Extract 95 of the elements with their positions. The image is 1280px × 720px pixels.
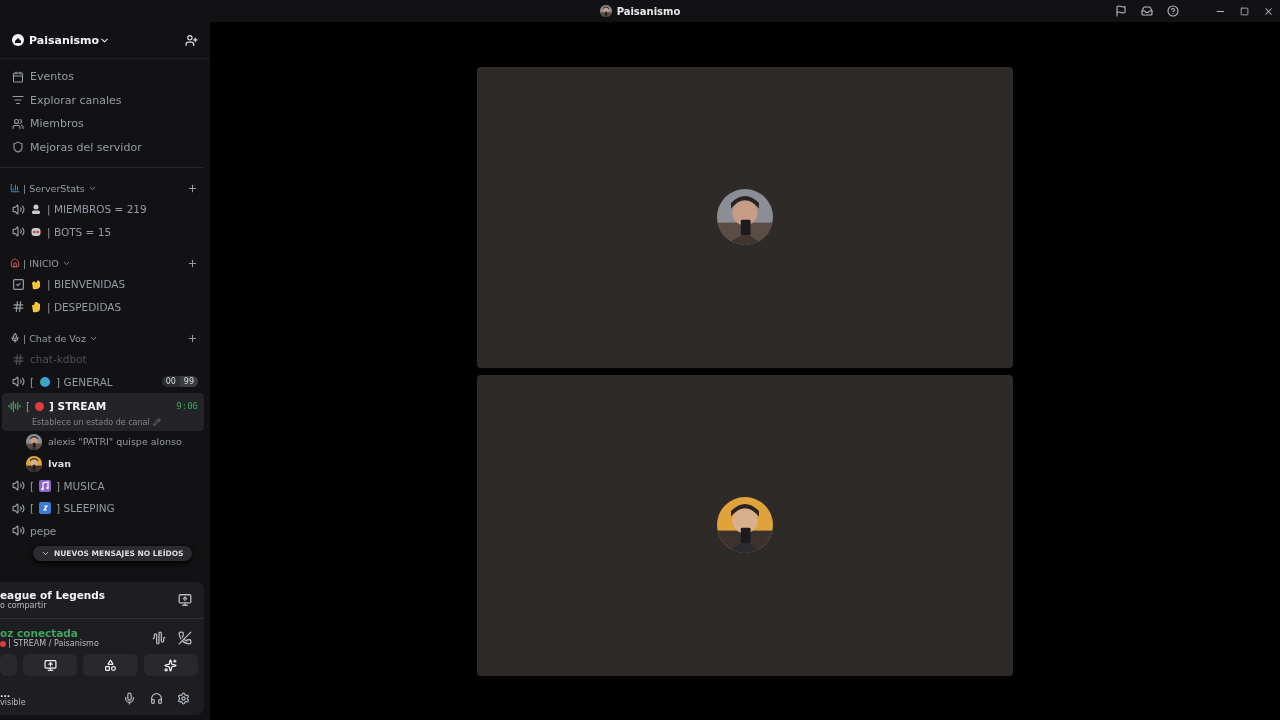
channel-item[interactable]: | MIEMBROS = 219 (6, 198, 204, 221)
channel-item[interactable]: | BIENVENIDAS (6, 273, 204, 296)
add-channel-icon[interactable] (187, 257, 198, 269)
close-icon[interactable] (1263, 5, 1274, 17)
channel-name: | BIENVENIDAS (47, 278, 126, 291)
nav-label: Mejoras del servidor (30, 140, 142, 154)
category-header[interactable]: | ServerStats (0, 178, 210, 198)
audio-icon (8, 399, 21, 413)
speaker-icon (12, 501, 25, 515)
speaker-icon (12, 225, 25, 239)
channel-item[interactable]: pepe (6, 519, 204, 542)
user-status: visible (0, 698, 26, 707)
chevron-down-icon (41, 549, 50, 558)
microphone-icon[interactable] (123, 692, 136, 705)
nav-label: Explorar canales (30, 93, 122, 107)
disconnect-icon[interactable] (178, 630, 192, 645)
channel-name: | MIEMBROS = 219 (47, 203, 147, 216)
microphone-icon (10, 333, 20, 343)
maximize-icon[interactable] (1240, 6, 1249, 16)
add-channel-icon[interactable] (187, 182, 198, 194)
calendar-icon (12, 70, 24, 83)
voice-member[interactable]: Ivan (0, 452, 210, 475)
chart-icon (10, 183, 20, 193)
channel-name: chat-kdbot (30, 353, 87, 366)
category-header[interactable]: | INICIO (0, 253, 210, 273)
channel-item[interactable]: | BOTS = 15 (6, 220, 204, 243)
flag-icon[interactable] (1115, 5, 1127, 17)
soundboard-button[interactable] (143, 654, 198, 676)
live-dot-icon (0, 640, 6, 647)
activities-button[interactable] (83, 654, 138, 676)
speaker-icon (12, 479, 25, 493)
video-tile[interactable] (477, 374, 1013, 676)
bracket: [ (30, 479, 35, 492)
nav-item[interactable]: Mejoras del servidor (6, 135, 198, 159)
shield-icon (12, 141, 24, 154)
channel-item[interactable]: [ ] GENERAL 00 99 (6, 370, 204, 393)
speaker-icon (12, 375, 25, 389)
noise-suppression-icon[interactable] (152, 630, 166, 645)
inbox-icon[interactable] (1141, 5, 1153, 17)
channel-name: ] SLEEPING (56, 502, 115, 515)
activity-title: eague of Legends (0, 589, 106, 601)
nav-label: Miembros (30, 117, 84, 131)
voice-location[interactable]: | STREAM / Paisanismo (8, 639, 99, 648)
screen-share-icon[interactable] (178, 592, 192, 607)
share-screen-button[interactable] (23, 654, 78, 676)
user-name: ... (0, 690, 11, 698)
video-tile[interactable] (477, 66, 1013, 368)
settings-icon[interactable] (177, 692, 190, 705)
channel-name: ] GENERAL (56, 375, 113, 388)
channel-name: | DESPEDIDAS (47, 300, 122, 313)
channel-item[interactable]: | DESPEDIDAS (6, 295, 204, 318)
sparkles-icon (164, 658, 178, 672)
channel-name: ] STREAM (49, 400, 107, 413)
voice-member[interactable]: alexis "PATRI" quispe alonso (0, 430, 210, 453)
category-header[interactable]: | Chat de Voz (0, 328, 210, 348)
channel-item[interactable]: [ ] SLEEPING (6, 497, 204, 520)
voice-status: oz conectada (0, 627, 79, 639)
stream-time: 9:06 (176, 401, 198, 412)
speaker-icon (12, 202, 25, 216)
hash-icon (12, 300, 25, 314)
bracket: [ (30, 502, 35, 515)
bracket: [ (30, 375, 35, 388)
house-icon (10, 258, 20, 268)
window-title: Paisanismo (616, 5, 681, 17)
bracket: [ (26, 400, 31, 413)
category-name: | ServerStats (23, 182, 85, 194)
hash-icon (12, 352, 25, 366)
server-name[interactable]: Paisanismo (29, 33, 100, 47)
help-icon[interactable] (1167, 5, 1179, 17)
channel-name: ] MUSICA (56, 479, 105, 492)
nav-item[interactable]: Eventos (6, 65, 198, 89)
headphones-icon[interactable] (150, 692, 163, 705)
add-member-icon[interactable] (185, 33, 198, 47)
nav-label: Eventos (30, 70, 74, 84)
member-name: Ivan (48, 458, 71, 469)
speaker-icon (12, 524, 25, 538)
server-icon (12, 34, 24, 46)
add-channel-icon[interactable] (187, 332, 198, 344)
category-name: | Chat de Voz (23, 332, 86, 344)
channel-item[interactable]: [ ] STREAM 9:06 (2, 395, 204, 418)
checklist-icon (12, 277, 25, 291)
activity-subtitle: o compartir (0, 601, 48, 610)
channel-status: Establece un estado de canal (32, 417, 150, 427)
channel-name: | BOTS = 15 (47, 225, 112, 238)
nav-item[interactable]: Miembros (6, 112, 198, 136)
channel-item[interactable]: [ ] MUSICA (6, 474, 204, 497)
screen-share-icon (43, 658, 57, 672)
members-icon (12, 117, 24, 130)
channel-name: pepe (30, 524, 57, 537)
list-search-icon (12, 94, 24, 107)
pencil-icon (152, 418, 161, 426)
member-name: alexis "PATRI" quispe alonso (48, 436, 182, 447)
nav-item[interactable]: Explorar canales (6, 88, 198, 112)
shapes-icon (104, 658, 117, 672)
category-name: | INICIO (23, 257, 59, 269)
